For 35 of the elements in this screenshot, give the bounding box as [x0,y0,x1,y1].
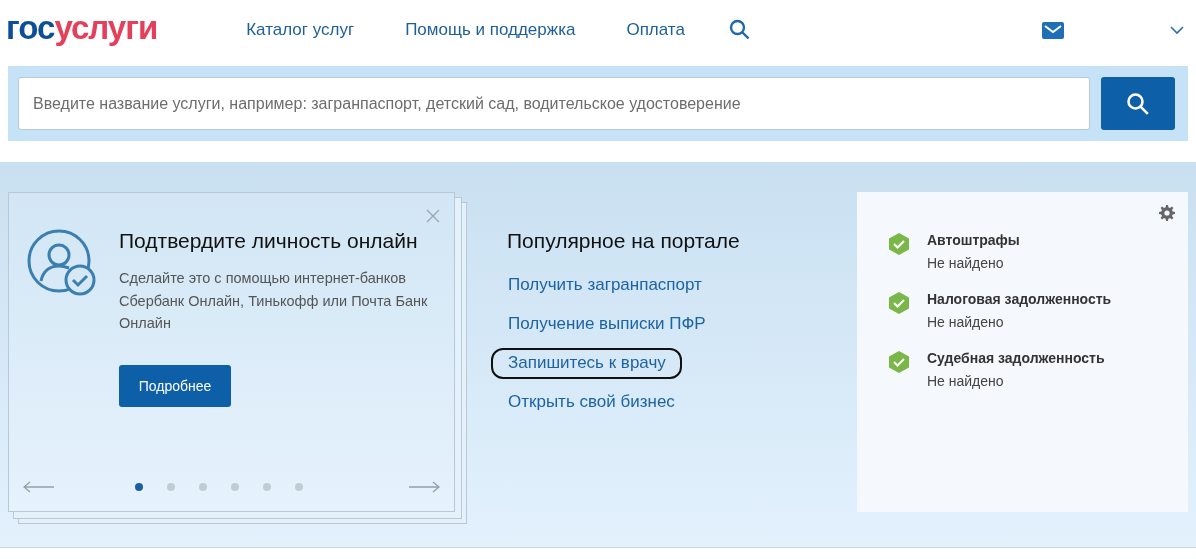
chevron-down-icon[interactable] [1170,25,1184,34]
check-status: Не найдено [927,255,1005,271]
carousel-dot[interactable] [295,483,303,491]
service-link[interactable]: Открыть свой бизнес [491,387,691,418]
nav-link[interactable]: Оплата [626,20,685,40]
nav-link[interactable]: Каталог услуг [246,20,355,40]
check-status: Не найдено [927,373,1005,389]
section-title: Популярное на портале [507,229,741,253]
close-icon[interactable] [426,209,440,223]
banner-title: Подтвердите личность онлайн [119,229,418,253]
verified-user-icon [27,229,96,296]
check-title: Автоштрафы [927,232,1020,248]
carousel-dot[interactable] [263,483,271,491]
arrow-left-icon[interactable] [23,481,55,493]
banner-text: Сделайте это с помощью интернет-банков Сбербанк Онлайн, Тинькофф или Почта Банк Онлайн [119,269,429,333]
nav-link[interactable]: Помощь и поддержка [405,20,576,40]
search-field[interactable]: Введите название услуги, например: загранпаспорт, детский сад, водительское удостоверение [18,77,1090,130]
service-link[interactable]: Получить загранпаспорт [491,270,718,301]
check-title: Судебная задолженность [927,350,1105,366]
carousel-dot[interactable] [231,483,239,491]
settings-icon[interactable] [1159,205,1175,221]
check-title: Налоговая задолженность [927,291,1112,307]
more-button[interactable]: Подробнее [119,364,231,407]
arrow-right-icon[interactable] [408,481,440,493]
service-link[interactable]: Получение выписки ПФР [491,309,722,340]
service-link[interactable]: Запишитесь к врачу [491,348,682,379]
mail-icon[interactable] [1042,21,1064,39]
search-icon [1127,92,1149,115]
carousel-dot[interactable] [167,483,175,491]
logo[interactable]: госуслуги [6,10,158,44]
search-button[interactable] [1101,77,1175,130]
check-status: Не найдено [927,314,1005,330]
carousel-dot[interactable] [199,483,207,491]
search-icon[interactable] [729,19,750,40]
carousel-dot[interactable] [135,483,143,491]
